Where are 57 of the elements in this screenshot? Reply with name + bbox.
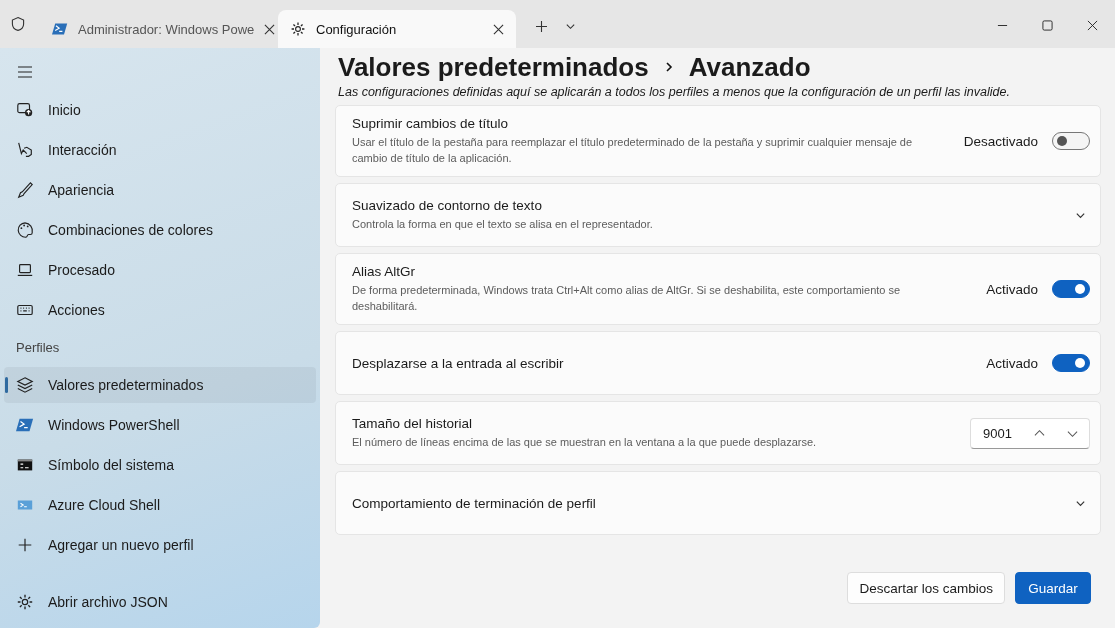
- powershell-icon: [16, 416, 34, 434]
- layers-icon: [16, 376, 34, 394]
- setting-title: Desplazarse a la entrada al escribir: [352, 355, 565, 371]
- close-icon[interactable]: [493, 23, 504, 35]
- breadcrumb-item: Avanzado: [688, 51, 811, 84]
- chevron-up-icon[interactable]: [1033, 427, 1045, 439]
- setting-card[interactable]: Suavizado de contorno de texto Controla la forma en que el texto se alisa en el representador.: [335, 183, 1101, 247]
- toggle-state-label: Desactivado: [963, 133, 1038, 149]
- setting-title: Suprimir cambios de título: [352, 116, 510, 131]
- setting-description: El número de líneas encima de las que se muestran en la ventana a la que puede desplazarse.: [352, 435, 818, 450]
- nav-item[interactable]: Acciones: [4, 292, 316, 328]
- monitor-icon: [16, 101, 34, 119]
- powershell-icon: [52, 21, 68, 37]
- setting-title: Tamaño del historial: [352, 416, 474, 431]
- toggle-switch[interactable]: [1052, 354, 1090, 372]
- maximize-icon[interactable]: [1042, 20, 1053, 31]
- nav-item[interactable]: Interacción: [4, 132, 316, 168]
- nav-item[interactable]: Abrir archivo JSON: [4, 584, 316, 620]
- toggle-state-label: Activado: [986, 355, 1038, 371]
- dropdown-icon[interactable]: [565, 21, 576, 32]
- laptop-icon: [16, 261, 34, 279]
- nav-item[interactable]: Procesado: [4, 252, 316, 288]
- new-tab-icon[interactable]: [536, 21, 547, 32]
- number-box[interactable]: 9001: [970, 417, 1090, 449]
- tab[interactable]: Administrador: Windows Powe: [40, 10, 278, 48]
- nav-item[interactable]: Símbolo del sistema: [4, 447, 316, 483]
- nav-item[interactable]: Azure Cloud Shell: [4, 487, 316, 523]
- setting-title: Comportamiento de terminación de perfil: [352, 495, 597, 511]
- breadcrumb-item[interactable]: Valores predeterminados: [338, 50, 649, 84]
- pointer-hand-icon: [16, 141, 34, 159]
- shield-icon: [10, 16, 26, 32]
- save-button[interactable]: Guardar: [1015, 572, 1091, 604]
- nav-item[interactable]: Agregar un nuevo perfil: [4, 527, 316, 563]
- plus-icon: [16, 536, 34, 554]
- toggle-state-label: Activado: [986, 281, 1038, 297]
- setting-title: Suavizado de contorno de texto: [352, 198, 543, 213]
- close-icon[interactable]: [1087, 20, 1098, 31]
- nav-item[interactable]: Combinaciones de colores: [4, 212, 316, 248]
- nav-item[interactable]: Windows PowerShell: [4, 407, 316, 443]
- section-label: Perfiles: [15, 339, 61, 357]
- setting-description: Usar el título de la pestaña para reemplazar el título predeterminado de la pestaña y suprimir cualquier mensaje de cambio de título de la aplicación.: [352, 135, 914, 166]
- palette-icon: [16, 221, 34, 239]
- toggle-switch[interactable]: [1052, 132, 1090, 150]
- nav-item[interactable]: Apariencia: [4, 172, 316, 208]
- toggle-switch[interactable]: [1052, 280, 1090, 298]
- nav-item[interactable]: Inicio: [4, 92, 316, 128]
- discard-button[interactable]: Descartar los cambios: [847, 572, 1005, 604]
- setting-description: De forma predeterminada, Windows trata Ctrl+Alt como alias de AltGr. Si se deshabilita, este comportamiento se deshabilitará.: [352, 283, 902, 314]
- setting-description: Controla la forma en que el texto se alisa en el representador.: [352, 217, 654, 232]
- close-icon[interactable]: [264, 23, 276, 35]
- brush-icon: [16, 181, 34, 199]
- tab[interactable]: Configuración: [278, 10, 516, 48]
- setting-title: Alias AltGr: [352, 264, 417, 279]
- menu-icon[interactable]: [17, 64, 33, 80]
- nav-item[interactable]: Valores predeterminados: [4, 367, 316, 403]
- page-description: Las configuraciones definidas aquí se aplicarán a todos los perfiles a menos que la configuración de un perfil las invalide.: [337, 84, 1011, 101]
- setting-card[interactable]: Comportamiento de terminación de perfil: [335, 471, 1101, 535]
